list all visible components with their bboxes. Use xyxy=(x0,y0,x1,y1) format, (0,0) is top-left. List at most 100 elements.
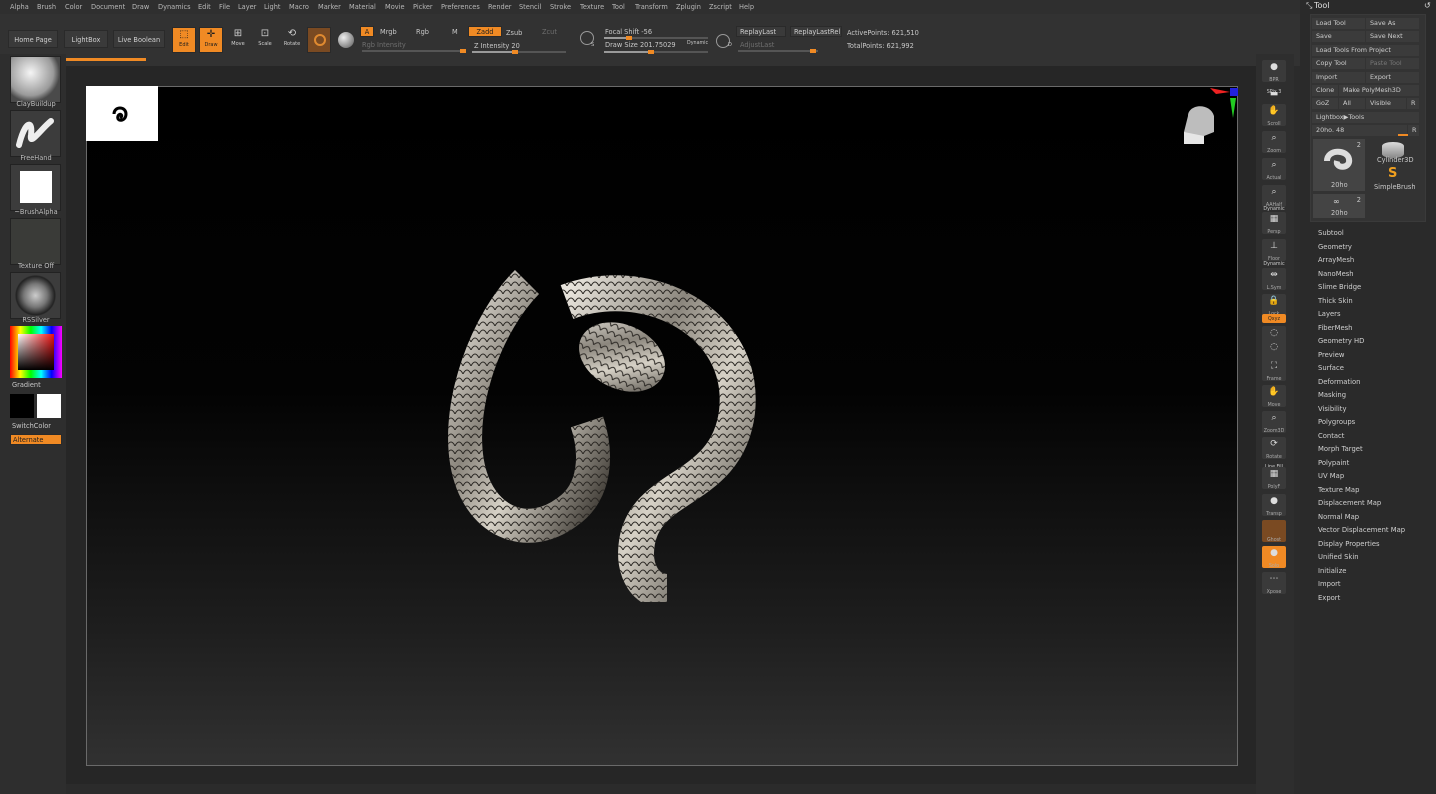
menu-item-help[interactable]: Help xyxy=(739,3,754,11)
menu-item-preferences[interactable]: Preferences xyxy=(441,3,480,11)
focal-shift-slider[interactable] xyxy=(604,36,708,40)
shelf-persp-button[interactable]: ▦ Persp xyxy=(1262,212,1286,235)
menu-item-color[interactable]: Color xyxy=(65,3,82,11)
material-thumbnail[interactable] xyxy=(10,272,61,319)
rgb-intensity-slider[interactable] xyxy=(362,49,466,53)
draw-size-slider[interactable] xyxy=(604,50,708,54)
menu-item-zplugin[interactable]: Zplugin xyxy=(676,3,701,11)
tool-section-morph-target[interactable]: Morph Target xyxy=(1318,445,1363,453)
orientation-head-icon[interactable] xyxy=(1170,86,1242,156)
tool-section-uv-map[interactable]: UV Map xyxy=(1318,472,1344,480)
tab-lightbox[interactable]: LightBox xyxy=(64,30,108,48)
shelf-zoom3d-button[interactable]: ⌕ Zoom3D xyxy=(1262,411,1286,434)
zadd-button[interactable]: Zadd xyxy=(468,26,502,37)
menu-item-texture[interactable]: Texture xyxy=(580,3,604,11)
current-tool-r-button[interactable]: R xyxy=(1408,125,1419,136)
secondary-color-swatch[interactable] xyxy=(37,394,61,418)
a-toggle[interactable]: A xyxy=(360,26,374,37)
tool-section-geometry-hd[interactable]: Geometry HD xyxy=(1318,337,1364,345)
menu-item-dynamics[interactable]: Dynamics xyxy=(158,3,191,11)
tool-section-visibility[interactable]: Visibility xyxy=(1318,405,1347,413)
tool-section-import[interactable]: Import xyxy=(1318,580,1341,588)
goz-all-button[interactable]: All xyxy=(1339,98,1365,109)
shelf-rotate-button[interactable]: ⟳ Rotate xyxy=(1262,437,1286,460)
tab-live-boolean[interactable]: Live Boolean xyxy=(113,30,165,48)
stroke-thumbnail[interactable] xyxy=(10,110,61,157)
tool-section-unified-skin[interactable]: Unified Skin xyxy=(1318,553,1359,561)
clone-button[interactable]: Clone xyxy=(1312,85,1338,96)
menu-item-stroke[interactable]: Stroke xyxy=(550,3,571,11)
brush-thumbnail[interactable] xyxy=(10,56,61,103)
navigator-thumbnail[interactable] xyxy=(86,86,158,141)
shelf-zoom-button[interactable]: ⌕ Zoom xyxy=(1262,131,1286,154)
tool-section-subtool[interactable]: Subtool xyxy=(1318,229,1344,237)
current-tool-slider[interactable]: 20ho. 48 xyxy=(1312,125,1407,136)
load-tools-from-project-button[interactable]: Load Tools From Project xyxy=(1312,45,1419,56)
menu-item-light[interactable]: Light xyxy=(264,3,280,11)
shelf-solo-button[interactable]: ● Solo xyxy=(1262,546,1286,569)
goz-visible-button[interactable]: Visible xyxy=(1366,98,1406,109)
shelf-floor-button[interactable]: ⊥ Floor xyxy=(1262,239,1286,262)
zcut-button[interactable]: Zcut xyxy=(542,28,557,36)
replay-last-rel-button[interactable]: ReplayLastRel xyxy=(790,26,842,37)
menu-item-marker[interactable]: Marker xyxy=(318,3,341,11)
simplebrush-tool-icon[interactable]: S xyxy=(1388,166,1397,181)
m-button[interactable]: M xyxy=(452,28,458,36)
shelf-scroll-button[interactable]: ✋ Scroll xyxy=(1262,104,1286,127)
lightbox-tools-button[interactable]: Lightbox▶Tools xyxy=(1312,112,1419,123)
tool-thumbnail-ring-small[interactable]: ∞ 2 20ho xyxy=(1313,194,1365,218)
draw-mode-button[interactable]: ✛ Draw xyxy=(199,27,223,53)
shelf-l-sym-button[interactable]: ⇹ L.Sym xyxy=(1262,268,1286,291)
shelf-actual-button[interactable]: ⌕ Actual xyxy=(1262,158,1286,181)
menu-item-brush[interactable]: Brush xyxy=(37,3,56,11)
shelf-ghost-button[interactable]: Ghost xyxy=(1262,520,1286,543)
tool-thumbnail-ring[interactable]: 2 20ho xyxy=(1313,139,1365,191)
menu-item-render[interactable]: Render xyxy=(488,3,511,11)
z-intensity-slider[interactable] xyxy=(472,50,566,54)
shelf-qxyz-button[interactable]: Qxyz xyxy=(1262,314,1286,323)
replay-last-button[interactable]: ReplayLast xyxy=(736,26,786,37)
switch-color-button[interactable]: SwitchColor xyxy=(12,422,51,430)
alpha-thumbnail[interactable] xyxy=(10,164,61,211)
adjust-last-slider[interactable] xyxy=(738,49,818,53)
load-tool-button[interactable]: Load Tool xyxy=(1312,18,1365,29)
shelf-polyf-button[interactable]: ▦ PolyF xyxy=(1262,467,1286,490)
shelf-xpose-button[interactable]: ⋯ Xpose xyxy=(1262,572,1286,595)
tool-section-surface[interactable]: Surface xyxy=(1318,364,1344,372)
sphere-material-icon[interactable] xyxy=(334,27,358,53)
move-mode-button[interactable]: ⊞ Move xyxy=(226,27,250,53)
save-next-button[interactable]: Save Next xyxy=(1366,31,1419,42)
scale-mode-button[interactable]: ⊡ Scale xyxy=(253,27,277,53)
tool-section-fibermesh[interactable]: FiberMesh xyxy=(1318,324,1353,332)
save-as-button[interactable]: Save As xyxy=(1366,18,1419,29)
tool-section-displacement-map[interactable]: Displacement Map xyxy=(1318,499,1381,507)
export-button[interactable]: Export xyxy=(1366,72,1419,83)
menu-item-stencil[interactable]: Stencil xyxy=(519,3,541,11)
menu-item-picker[interactable]: Picker xyxy=(413,3,433,11)
menu-item-alpha[interactable]: Alpha xyxy=(10,3,29,11)
tool-section-preview[interactable]: Preview xyxy=(1318,351,1344,359)
shelf-bpr-button[interactable]: ● BPR xyxy=(1262,60,1286,83)
document-canvas[interactable] xyxy=(86,86,1238,766)
menu-item-transform[interactable]: Transform xyxy=(635,3,668,11)
tool-section-initialize[interactable]: Initialize xyxy=(1318,567,1346,575)
tool-section-layers[interactable]: Layers xyxy=(1318,310,1341,318)
tool-section-vector-displacement-map[interactable]: Vector Displacement Map xyxy=(1318,526,1405,534)
shelf-transp-button[interactable]: ● Transp xyxy=(1262,494,1286,517)
import-button[interactable]: Import xyxy=(1312,72,1365,83)
zsub-button[interactable]: Zsub xyxy=(506,29,522,37)
tool-section-contact[interactable]: Contact xyxy=(1318,432,1344,440)
goz-button[interactable]: GoZ xyxy=(1312,98,1338,109)
menu-item-edit[interactable]: Edit xyxy=(198,3,211,11)
tab-home-page[interactable]: Home Page xyxy=(8,30,58,48)
tool-section-polypaint[interactable]: Polypaint xyxy=(1318,459,1349,467)
rotate-mode-button[interactable]: ⟲ Rotate xyxy=(280,27,304,53)
tool-section-texture-map[interactable]: Texture Map xyxy=(1318,486,1359,494)
menu-item-macro[interactable]: Macro xyxy=(289,3,309,11)
tool-section-deformation[interactable]: Deformation xyxy=(1318,378,1360,386)
menu-item-draw[interactable]: Draw xyxy=(132,3,149,11)
menu-item-zscript[interactable]: Zscript xyxy=(709,3,732,11)
texture-thumbnail[interactable] xyxy=(10,218,61,265)
shelf-move-button[interactable]: ✋ Move xyxy=(1262,385,1286,408)
tool-section-geometry[interactable]: Geometry xyxy=(1318,243,1352,251)
